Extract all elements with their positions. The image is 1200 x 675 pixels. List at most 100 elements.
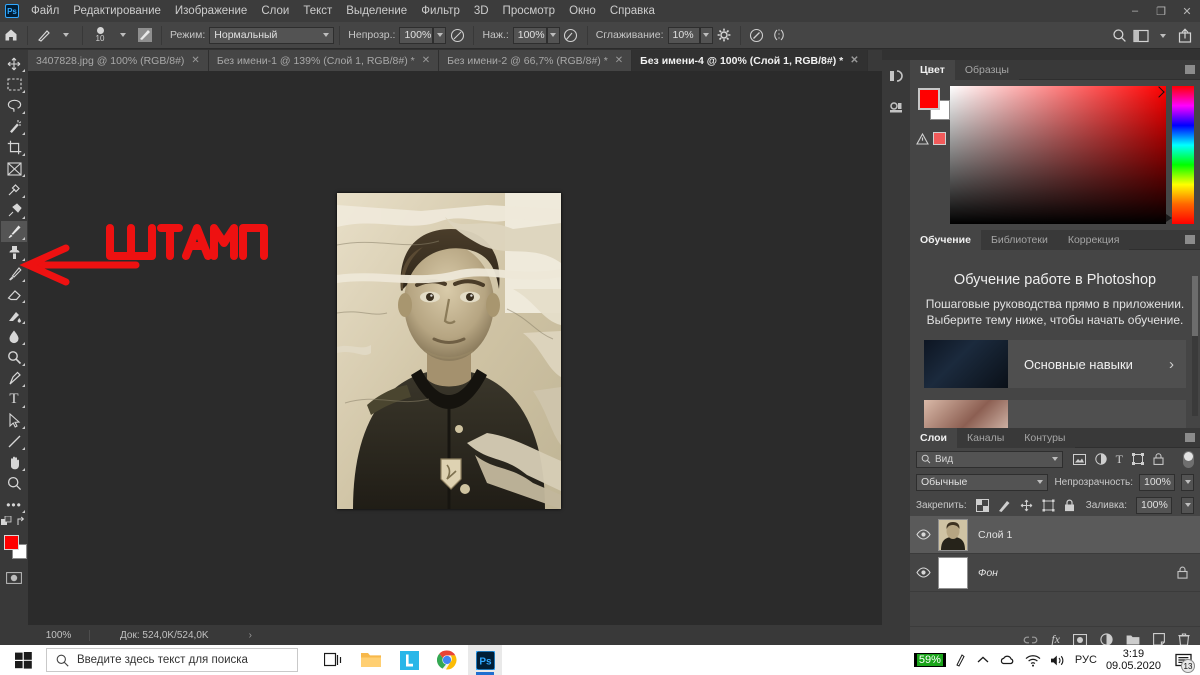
menu-item-text[interactable]: Текст <box>296 0 339 22</box>
dodge-tool[interactable] <box>1 347 27 368</box>
menu-item-view[interactable]: Просмотр <box>496 0 563 22</box>
document-tab[interactable]: 3407828.jpg @ 100% (RGB/8#) ✕ <box>28 50 209 71</box>
brush-panel-icon[interactable] <box>134 24 156 46</box>
pressure-size-icon[interactable] <box>746 24 768 46</box>
menu-item-help[interactable]: Справка <box>603 0 662 22</box>
layer-visibility-icon[interactable] <box>916 529 938 540</box>
wifi-icon[interactable] <box>1025 654 1041 667</box>
blend-mode-select[interactable]: Нормальный <box>209 26 335 44</box>
layer-filter-select[interactable]: Вид <box>916 450 1063 468</box>
new-group-icon[interactable] <box>1126 634 1140 646</box>
flow-chevron-icon[interactable] <box>546 26 560 44</box>
lock-artboard-icon[interactable] <box>1042 499 1055 512</box>
gradient-tool[interactable] <box>1 305 27 326</box>
lock-position-icon[interactable] <box>1020 499 1033 512</box>
menu-item-select[interactable]: Выделение <box>339 0 414 22</box>
pixel-filter-icon[interactable] <box>1072 453 1086 465</box>
panel-menu-icon[interactable] <box>1185 235 1195 244</box>
history-brush-tool[interactable] <box>1 263 27 284</box>
layer-opacity-input[interactable]: 100% <box>1139 473 1175 491</box>
flow-input[interactable]: 100% <box>512 26 547 44</box>
shape-filter-icon[interactable] <box>1132 453 1144 465</box>
tab-layers[interactable]: Слои <box>910 428 957 448</box>
layer-row-layer1[interactable]: Слой 1 <box>910 516 1200 554</box>
adjustment-filter-icon[interactable] <box>1094 453 1107 465</box>
volume-icon[interactable] <box>1050 654 1066 667</box>
chevron-down-icon[interactable] <box>1152 25 1174 47</box>
restore-icon[interactable]: ❐ <box>1148 0 1174 22</box>
panel-menu-icon[interactable] <box>1185 433 1195 442</box>
scrollbar-thumb[interactable] <box>1192 276 1198 336</box>
document-tab-active[interactable]: Без имени-4 @ 100% (Слой 1, RGB/8#) * ✕ <box>632 50 868 71</box>
learn-panel-scrollbar[interactable] <box>1192 276 1198 416</box>
opacity-chevron-icon[interactable] <box>433 26 447 44</box>
layer-name[interactable]: Фон <box>968 567 1177 579</box>
battery-indicator[interactable]: 59% <box>913 653 946 667</box>
type-tool[interactable]: T <box>1 389 27 410</box>
layer-row-background[interactable]: Фон <box>910 554 1200 592</box>
language-indicator[interactable]: РУС <box>1075 654 1097 666</box>
menu-item-filter[interactable]: Фильтр <box>414 0 467 22</box>
layer-fill-input[interactable]: 100% <box>1136 496 1172 514</box>
hand-tool[interactable] <box>1 452 27 473</box>
blur-tool[interactable] <box>1 326 27 347</box>
chevron-up-icon[interactable] <box>976 654 990 666</box>
filter-enable-toggle[interactable] <box>1183 450 1194 468</box>
photoshop-icon[interactable]: Ps <box>468 645 502 675</box>
layer-mask-icon[interactable] <box>1073 633 1087 646</box>
smoothing-input[interactable]: 10% <box>667 26 700 44</box>
menu-item-window[interactable]: Окно <box>562 0 603 22</box>
pen-tool[interactable] <box>1 368 27 389</box>
tab-adjustments[interactable]: Коррекция <box>1057 230 1130 250</box>
learn-card-basic-skills[interactable]: Основные навыки › <box>924 340 1186 388</box>
close-icon[interactable]: ✕ <box>1174 0 1200 22</box>
taskbar-search-input[interactable]: Введите здесь текст для поиска <box>46 648 298 672</box>
zoom-tool[interactable] <box>1 473 27 494</box>
smoothing-chevron-icon[interactable] <box>699 26 713 44</box>
canvas-area[interactable] <box>28 71 882 625</box>
frame-tool[interactable] <box>1 158 27 179</box>
foreground-color-swatch[interactable] <box>4 535 19 550</box>
status-expand-icon[interactable]: › <box>249 630 252 641</box>
file-explorer-icon[interactable] <box>354 645 388 675</box>
layer-thumbnail[interactable] <box>938 518 968 551</box>
brush-preset-icon[interactable] <box>33 24 55 46</box>
color-field[interactable] <box>950 86 1166 224</box>
close-icon[interactable]: ✕ <box>191 55 199 66</box>
quick-mask-button[interactable] <box>1 567 27 588</box>
windows-start-icon[interactable] <box>0 645 46 675</box>
search-icon[interactable] <box>1108 25 1130 47</box>
workspace-icon[interactable] <box>1130 25 1152 47</box>
brush-size-chevron-icon[interactable] <box>112 24 134 46</box>
line-tool[interactable] <box>1 431 27 452</box>
home-icon[interactable] <box>0 24 22 46</box>
minimize-icon[interactable]: – <box>1122 0 1148 22</box>
tab-swatches[interactable]: Образцы <box>954 60 1019 80</box>
history-panel-icon[interactable] <box>882 60 910 92</box>
tab-libraries[interactable]: Библиотеки <box>980 230 1058 250</box>
lock-image-icon[interactable] <box>998 499 1011 512</box>
tab-channels[interactable]: Каналы <box>956 428 1015 448</box>
color-picker-body[interactable] <box>910 80 1200 230</box>
edit-toolbar-button[interactable]: ••• <box>1 494 27 515</box>
brush-size-display[interactable]: 10 <box>88 27 112 43</box>
close-icon[interactable]: ✕ <box>850 55 858 66</box>
layer-opacity-chevron-icon[interactable] <box>1181 473 1194 491</box>
menu-item-3d[interactable]: 3D <box>467 0 496 22</box>
task-view-icon[interactable] <box>316 645 350 675</box>
notification-center-button[interactable]: 13 <box>1170 645 1196 675</box>
lock-all-icon[interactable] <box>1064 499 1075 512</box>
path-selection-tool[interactable] <box>1 410 27 431</box>
menu-item-file[interactable]: Файл <box>24 0 66 22</box>
lightshot-icon[interactable] <box>392 645 426 675</box>
menu-item-layers[interactable]: Слои <box>254 0 296 22</box>
type-filter-icon[interactable]: T <box>1116 452 1123 467</box>
brush-tool[interactable] <box>1 221 27 242</box>
symmetry-icon[interactable] <box>768 24 790 46</box>
gamut-replacement-swatch[interactable] <box>933 132 946 145</box>
tab-paths[interactable]: Контуры <box>1014 428 1076 448</box>
document-tab[interactable]: Без имени-1 @ 139% (Слой 1, RGB/8#) * ✕ <box>208 50 440 71</box>
clone-stamp-tool[interactable] <box>1 242 27 263</box>
hue-slider[interactable] <box>1166 86 1194 224</box>
clock[interactable]: 3:19 09.05.2020 <box>1106 648 1161 672</box>
